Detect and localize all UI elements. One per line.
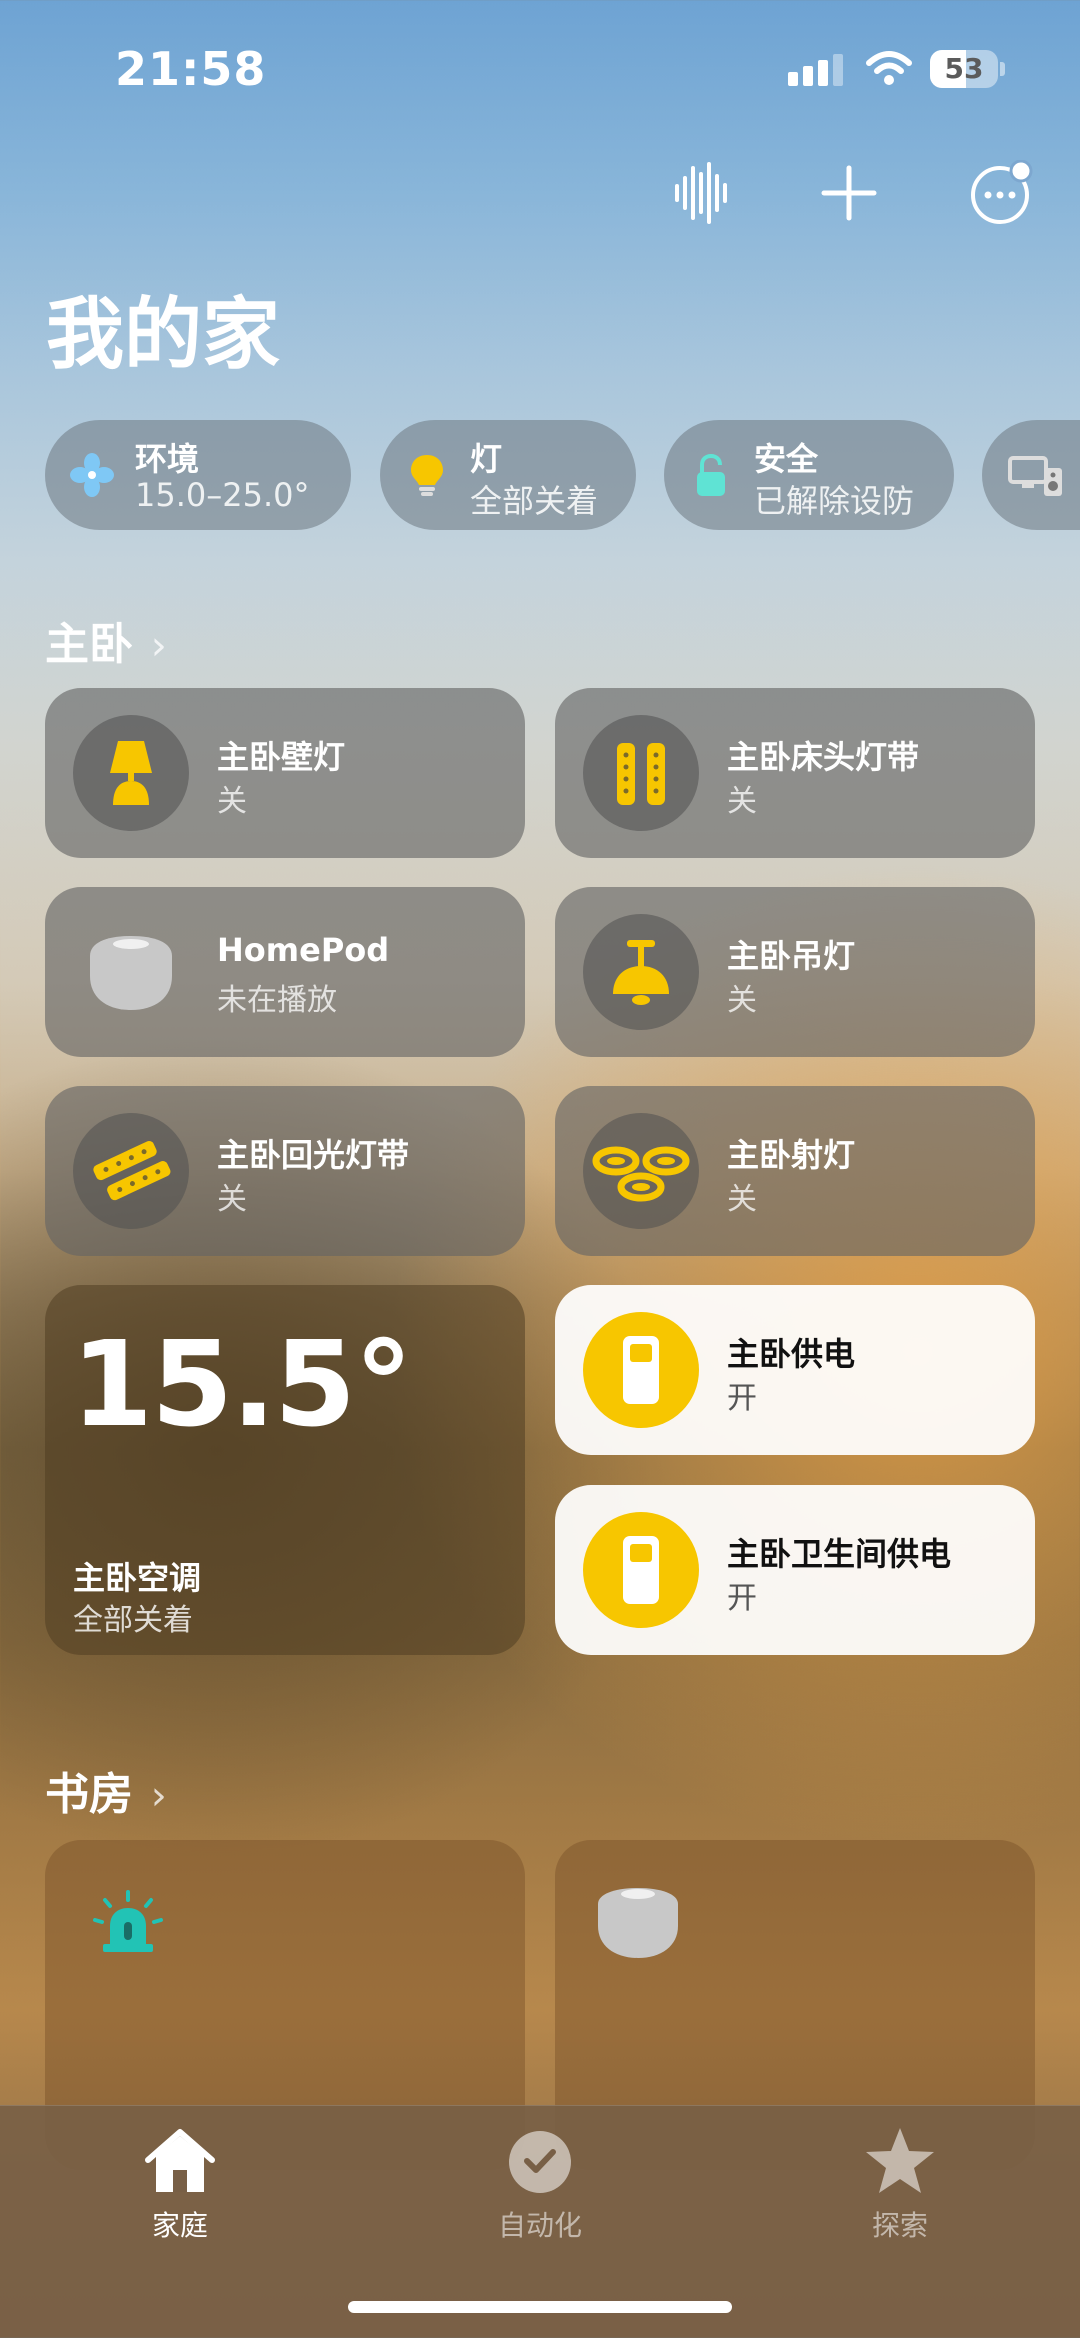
wifi-icon bbox=[866, 51, 912, 85]
accessory-tile-on[interactable]: 主卧供电 开 bbox=[555, 1285, 1035, 1455]
accessory-state: 全部关着 bbox=[73, 1603, 193, 1638]
tab-label: 自动化 bbox=[497, 2209, 582, 2242]
page-title: 我的家 bbox=[46, 290, 281, 380]
chevron-right-icon: › bbox=[138, 1773, 167, 1819]
tab-home[interactable]: 家庭 bbox=[80, 2126, 280, 2242]
pill-subtitle: 15.0–25.0° bbox=[135, 476, 310, 514]
accessory-name: 主卧床头灯带 bbox=[727, 738, 920, 776]
accessory-name: 主卧回光灯带 bbox=[217, 1136, 410, 1174]
fan-icon bbox=[70, 453, 114, 497]
accessory-state: 关 bbox=[217, 1182, 247, 1217]
accessory-tile[interactable]: 主卧射灯 关 bbox=[555, 1086, 1035, 1256]
temperature-readout: 15.5° bbox=[71, 1315, 413, 1453]
homepod-icon bbox=[90, 936, 172, 1010]
pill-subtitle: 全部关着 bbox=[470, 482, 599, 520]
add-icon[interactable] bbox=[816, 160, 882, 226]
pill-security[interactable]: 安全 已解除设防 bbox=[664, 420, 954, 530]
accessory-name: 主卧吊灯 bbox=[727, 937, 856, 975]
pill-title: 环境 bbox=[135, 440, 200, 478]
chevron-right-icon: › bbox=[138, 623, 167, 669]
star-icon bbox=[866, 2128, 934, 2193]
spotlight-icon bbox=[592, 1146, 690, 1202]
accessory-state: 开 bbox=[727, 1381, 757, 1416]
light-strip-icon bbox=[617, 743, 665, 805]
accessory-state: 开 bbox=[727, 1581, 757, 1616]
pill-title: 灯 bbox=[470, 440, 503, 478]
lightbulb-icon bbox=[411, 455, 443, 496]
homepod-icon bbox=[598, 1888, 678, 1958]
table-lamp-icon bbox=[110, 741, 152, 805]
accessory-state: 关 bbox=[727, 983, 757, 1018]
home-icon bbox=[145, 2129, 215, 2192]
home-indicator[interactable] bbox=[348, 2301, 732, 2313]
battery-level: 53 bbox=[944, 52, 984, 85]
accessory-state: 关 bbox=[217, 784, 247, 819]
light-strip-diagonal-icon bbox=[93, 1140, 171, 1201]
lock-icon bbox=[697, 453, 725, 496]
pill-lights[interactable]: 灯 全部关着 bbox=[380, 420, 636, 530]
siren-icon bbox=[93, 1890, 163, 1952]
automation-clock-icon bbox=[509, 2131, 571, 2193]
accessory-name: 主卧壁灯 bbox=[217, 738, 346, 776]
more-options-icon[interactable] bbox=[968, 160, 1034, 226]
accessory-name: 主卧空调 bbox=[73, 1559, 202, 1597]
pill-title: 安全 bbox=[754, 440, 819, 478]
accessory-name: HomePod bbox=[217, 931, 390, 969]
siri-waveform-icon[interactable] bbox=[668, 160, 734, 226]
media-devices-icon bbox=[1008, 456, 1062, 496]
accessory-tile-on[interactable]: 主卧卫生间供电 开 bbox=[555, 1485, 1035, 1655]
accessory-tile[interactable]: HomePod 未在播放 bbox=[45, 887, 525, 1057]
room-title: 书房 bbox=[45, 1769, 133, 1820]
room-title: 主卧 bbox=[45, 619, 133, 670]
tab-label: 探索 bbox=[871, 2209, 928, 2242]
accessory-tile[interactable]: 主卧回光灯带 关 bbox=[45, 1086, 525, 1256]
accessory-tile[interactable]: 主卧壁灯 关 bbox=[45, 688, 525, 858]
accessory-tile[interactable]: 主卧床头灯带 关 bbox=[555, 688, 1035, 858]
tab-discover[interactable]: 探索 bbox=[800, 2126, 1000, 2242]
accessory-state: 未在播放 bbox=[217, 983, 337, 1018]
tab-automation[interactable]: 自动化 bbox=[440, 2126, 640, 2242]
tab-label: 家庭 bbox=[151, 2209, 208, 2242]
accessory-name: 主卧射灯 bbox=[727, 1136, 856, 1174]
switch-icon bbox=[623, 1536, 659, 1604]
ceiling-light-icon bbox=[613, 940, 669, 1005]
status-time: 21:58 bbox=[115, 42, 267, 96]
pill-media[interactable] bbox=[982, 420, 1080, 530]
room-header-master-bedroom[interactable]: 主卧 › bbox=[45, 608, 167, 672]
room-header-study[interactable]: 书房 › bbox=[45, 1758, 167, 1822]
accessory-state: 关 bbox=[727, 1182, 757, 1217]
pill-subtitle: 已解除设防 bbox=[754, 482, 915, 520]
battery-indicator: 53 bbox=[930, 48, 1008, 90]
cellular-signal-icon bbox=[788, 54, 843, 86]
climate-tile[interactable]: 15.5° 主卧空调 全部关着 bbox=[45, 1285, 525, 1655]
accessory-name: 主卧卫生间供电 bbox=[727, 1535, 952, 1573]
accessory-name: 主卧供电 bbox=[727, 1335, 856, 1373]
switch-icon bbox=[623, 1336, 659, 1404]
pill-climate[interactable]: 环境 15.0–25.0° bbox=[45, 420, 351, 530]
accessory-tile[interactable]: 主卧吊灯 关 bbox=[555, 887, 1035, 1057]
accessory-state: 关 bbox=[727, 784, 757, 819]
